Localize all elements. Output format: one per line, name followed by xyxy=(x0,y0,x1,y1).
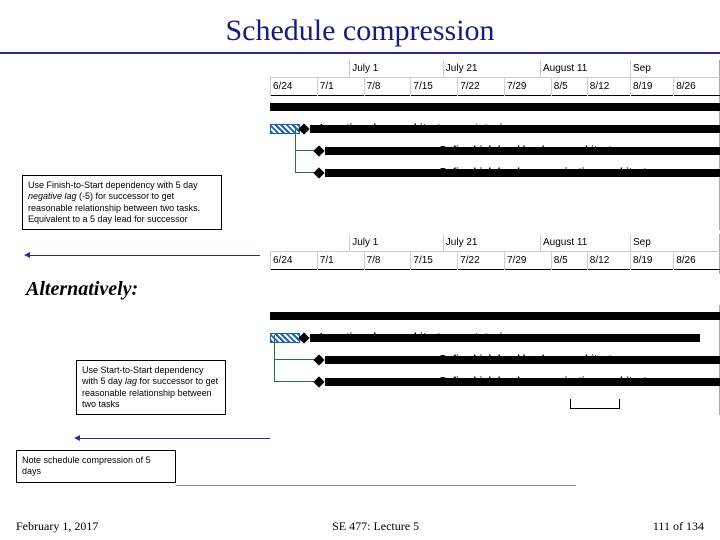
callout-arrow xyxy=(30,255,260,256)
compression-bracket xyxy=(570,399,620,409)
footer-date: February 1, 2017 xyxy=(16,519,98,534)
timeline-tick: July 21 xyxy=(443,60,478,78)
alt-heading: Alternatively: xyxy=(0,274,720,305)
task-label: Inception phase architecture prototyping xyxy=(320,332,514,343)
footer-page: 111 of 134 xyxy=(653,519,704,534)
timeline-header-top: July 1 July 21 August 11 Sep 6/24 7/1 7/8 7/15… xyxy=(270,60,720,96)
slide-footer: February 1, 2017 SE 477: Lecture 5 111 o… xyxy=(0,519,720,534)
callout-fs-negative-lag: Use Finish-to-Start dependency with 5 da… xyxy=(22,175,222,230)
timeline-tick: 8/5 xyxy=(551,252,568,270)
slide-title: Schedule compression xyxy=(0,0,720,52)
task-label: Inception phase architecture prototyping xyxy=(320,123,514,134)
timeline-header-mid: July 1 July 21 August 11 Sep 6/24 7/1 7/8 7/15… xyxy=(270,234,720,274)
gantt-chart-bottom: Inception phase architecture prototyping… xyxy=(270,305,720,415)
timeline-tick: 8/26 xyxy=(673,252,695,270)
title-rule xyxy=(0,52,720,54)
timeline-tick: August 11 xyxy=(540,60,587,78)
timeline-tick: 7/8 xyxy=(364,252,381,270)
timeline-tick: 8/12 xyxy=(587,78,609,96)
timeline-tick: July 1 xyxy=(349,234,378,252)
task-label: Define high-level hardware architecture xyxy=(440,145,627,156)
timeline-tick: 7/15 xyxy=(410,252,432,270)
timeline-tick: 7/29 xyxy=(504,252,526,270)
gantt-chart-top: July 1 July 21 August 11 Sep 6/24 7/1 7/8 7/15… xyxy=(270,60,720,230)
timeline-tick: 8/5 xyxy=(551,78,568,96)
timeline-tick: Sep xyxy=(630,60,651,78)
callout-compression-note: Note schedule compression of 5 days xyxy=(16,450,176,483)
callout-connector xyxy=(176,485,576,486)
timeline-tick: 7/1 xyxy=(317,78,334,96)
timeline-tick: 6/24 xyxy=(270,252,292,270)
timeline-tick: 7/8 xyxy=(364,78,381,96)
task-label: Define high-level communications archite… xyxy=(440,167,662,178)
timeline-tick: 7/22 xyxy=(457,252,479,270)
timeline-tick: July 1 xyxy=(349,60,378,78)
timeline-tick: 7/1 xyxy=(317,252,334,270)
callout-ss-lag: Use Start-to-Start dependency with 5 day… xyxy=(76,360,226,415)
timeline-tick: 8/26 xyxy=(673,78,695,96)
timeline-tick: 7/22 xyxy=(457,78,479,96)
timeline-tick: Sep xyxy=(630,234,651,252)
timeline-tick: 6/24 xyxy=(270,78,292,96)
arrow-head-icon xyxy=(24,252,30,258)
timeline-tick: 8/12 xyxy=(587,252,609,270)
arrow-head-icon xyxy=(74,435,80,441)
timeline-tick: August 11 xyxy=(540,234,587,252)
footer-course: SE 477: Lecture 5 xyxy=(332,519,419,534)
callout-arrow xyxy=(80,438,270,439)
timeline-tick: 7/29 xyxy=(504,78,526,96)
timeline-tick: 8/19 xyxy=(630,78,652,96)
timeline-tick: July 21 xyxy=(443,234,478,252)
task-label: Define high-level hardware architecture xyxy=(440,354,627,365)
timeline-tick: 7/15 xyxy=(410,78,432,96)
task-label: Define high-level communications archite… xyxy=(440,376,662,387)
timeline-tick: 8/19 xyxy=(630,252,652,270)
